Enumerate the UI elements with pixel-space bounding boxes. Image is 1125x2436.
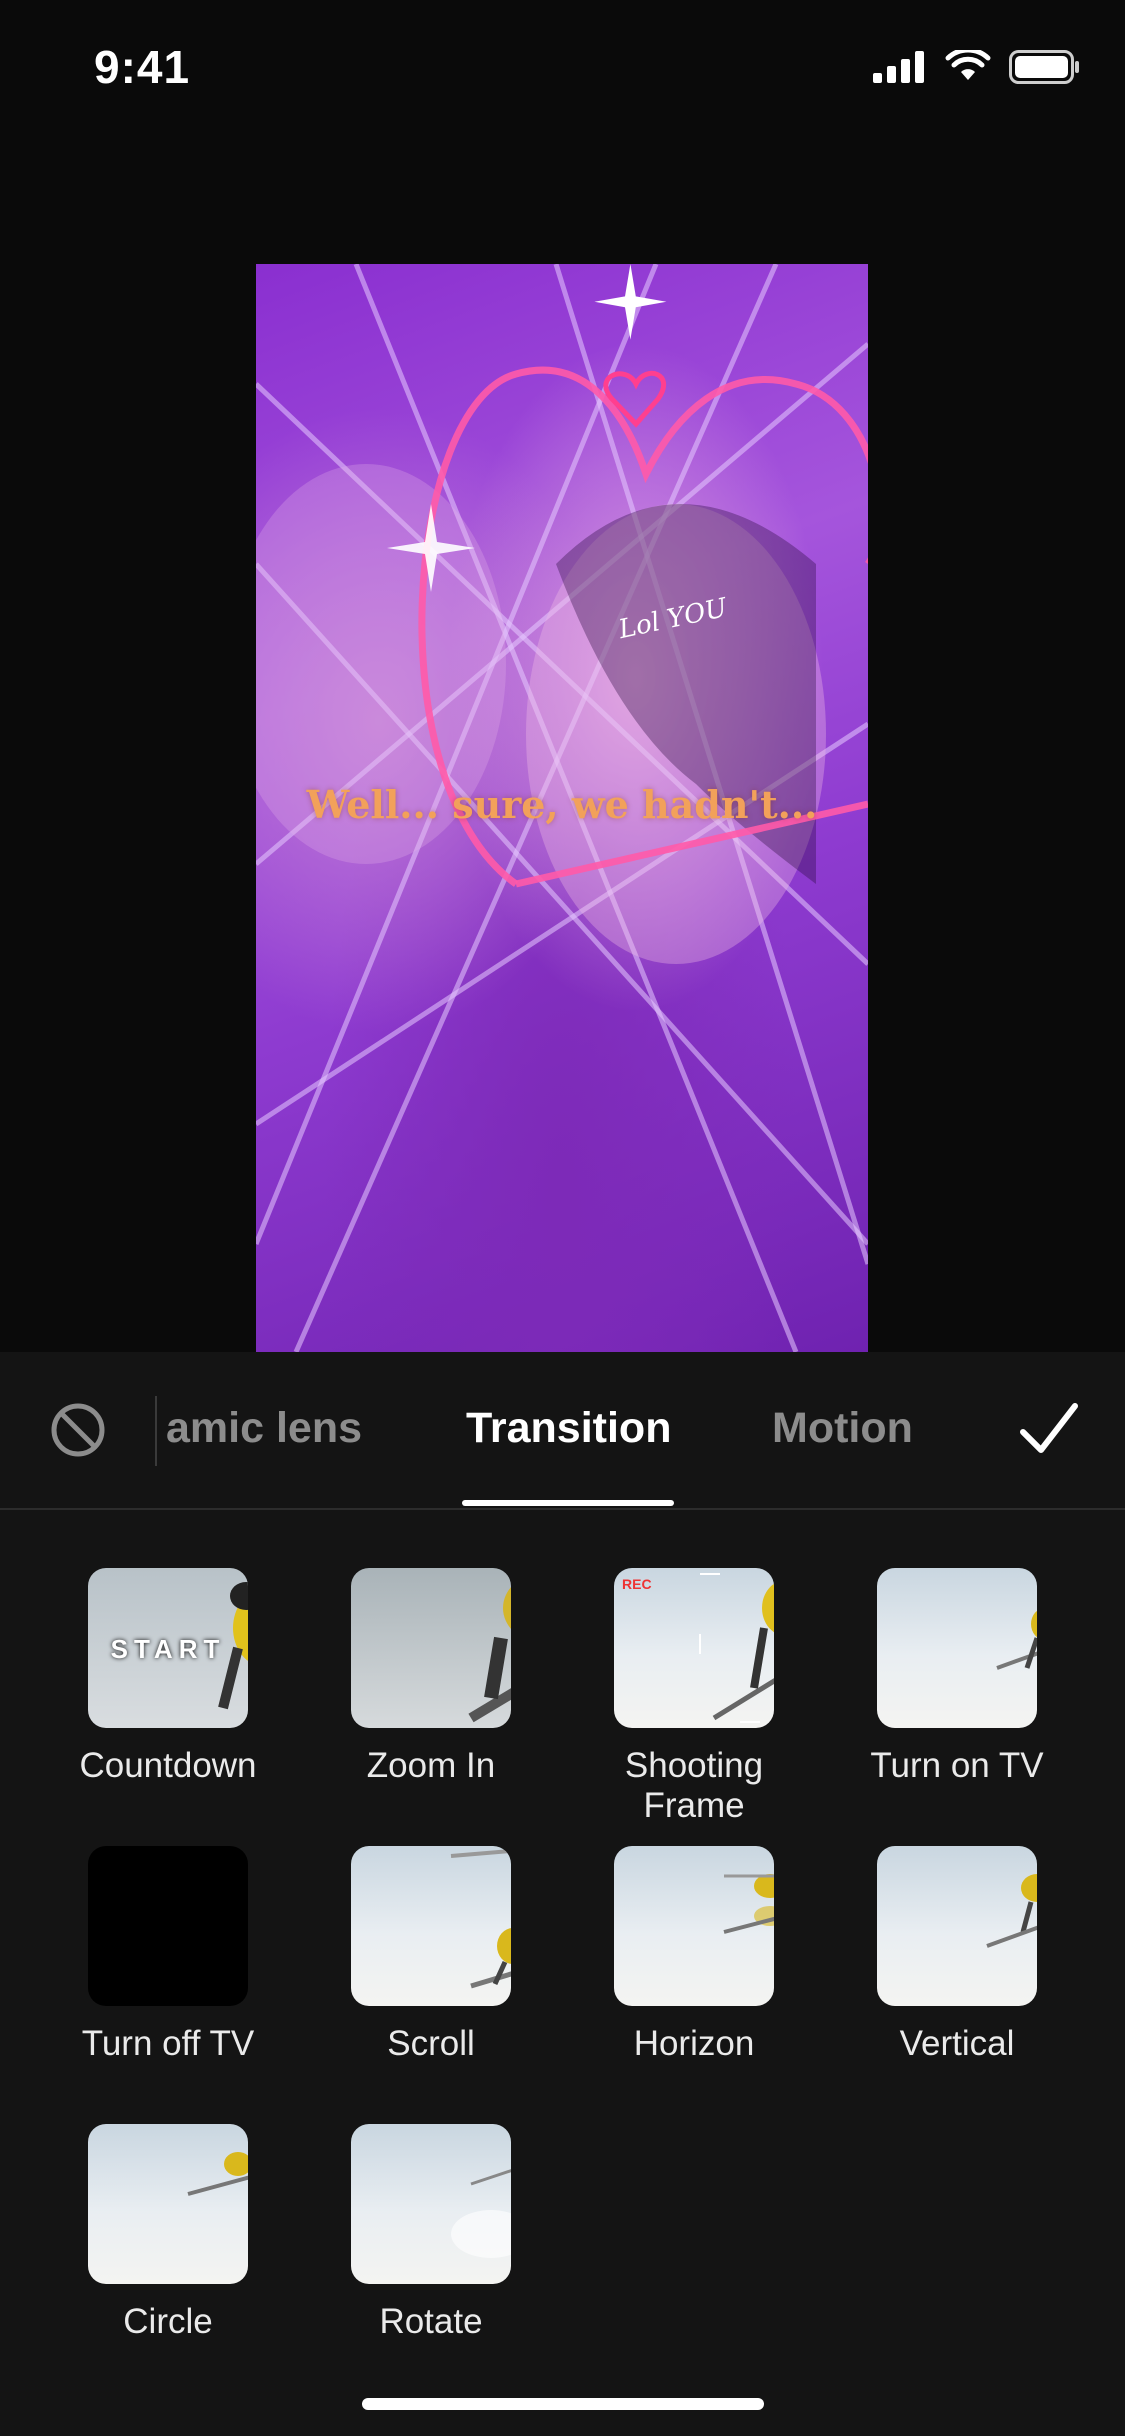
effect-thumbnail bbox=[88, 2124, 248, 2284]
wifi-icon bbox=[945, 50, 991, 80]
video-caption: Well... sure, we hadn't... bbox=[306, 782, 818, 827]
cellular-signal-icon bbox=[873, 51, 924, 83]
countdown-overlay-text: START bbox=[110, 1634, 226, 1664]
effect-thumbnail bbox=[351, 1568, 511, 1728]
skier-image bbox=[986, 1874, 1037, 1948]
effect-label: Scroll bbox=[387, 2024, 475, 2063]
skier-image bbox=[450, 1848, 511, 1989]
effect-label: Turn on TV bbox=[870, 1746, 1044, 1785]
tab-transition[interactable]: Transition bbox=[466, 1404, 671, 1453]
effect-thumbnail: START bbox=[88, 1568, 248, 1728]
tab-motion[interactable]: Motion bbox=[772, 1404, 913, 1453]
status-icons bbox=[873, 50, 1081, 84]
effect-label: Rotate bbox=[379, 2302, 483, 2341]
effect-label: Circle bbox=[123, 2302, 213, 2341]
effect-thumbnail bbox=[614, 1846, 774, 2006]
tabs-scroller[interactable]: amic lens Transition Motion bbox=[160, 1352, 980, 1508]
effect-tab-bar: amic lens Transition Motion bbox=[0, 1352, 1125, 1510]
effect-countdown[interactable]: START Countdown bbox=[48, 1568, 288, 1786]
skier-image bbox=[451, 2169, 511, 2258]
status-bar: 9:41 bbox=[0, 0, 1125, 140]
home-indicator-bar bbox=[362, 2398, 764, 2410]
effect-thumbnail: REC bbox=[614, 1568, 774, 1728]
effect-turn-on-tv[interactable]: Turn on TV bbox=[837, 1568, 1077, 1786]
tab-dynamic-lens[interactable]: amic lens bbox=[166, 1404, 362, 1453]
no-effect-icon[interactable] bbox=[50, 1402, 106, 1458]
effect-turn-off-tv[interactable]: Turn off TV bbox=[48, 1846, 288, 2064]
effect-label: Countdown bbox=[79, 1746, 257, 1785]
effect-circle[interactable]: Circle bbox=[48, 2124, 288, 2342]
effect-thumbnail bbox=[88, 1846, 248, 2006]
active-tab-indicator bbox=[462, 1500, 674, 1506]
confirm-check-icon[interactable] bbox=[1017, 1398, 1081, 1462]
skier-image bbox=[723, 1874, 774, 1934]
effect-label: Zoom In bbox=[366, 1746, 496, 1785]
battery-icon bbox=[1009, 50, 1079, 84]
effect-label: Vertical bbox=[899, 2024, 1015, 2063]
skier-image bbox=[468, 1587, 511, 1723]
effects-panel: amic lens Transition Motion START Countd… bbox=[0, 1352, 1125, 2436]
effect-rotate[interactable]: Rotate bbox=[311, 2124, 551, 2342]
effect-horizon[interactable]: Horizon bbox=[574, 1846, 814, 2064]
skier-image bbox=[699, 1573, 774, 1723]
skier-image bbox=[187, 2152, 248, 2196]
effect-thumbnail bbox=[877, 1846, 1037, 2006]
effect-shooting-frame[interactable]: REC Shooting Frame bbox=[574, 1568, 814, 1826]
effect-vertical[interactable]: Vertical bbox=[837, 1846, 1077, 2064]
video-preview[interactable]: Lol YOU Well... sure, we hadn't... bbox=[256, 264, 868, 1352]
status-time: 9:41 bbox=[94, 41, 191, 93]
effect-zoom-in[interactable]: Zoom In bbox=[311, 1568, 551, 1786]
effect-label: Shooting Frame bbox=[624, 1746, 764, 1825]
effect-thumbnail bbox=[877, 1568, 1037, 1728]
effect-thumbnail bbox=[351, 2124, 511, 2284]
effect-label: Turn off TV bbox=[81, 2024, 255, 2063]
skier-image bbox=[996, 1610, 1037, 1670]
effect-label: Horizon bbox=[633, 2024, 755, 2063]
rec-overlay-text: REC bbox=[622, 1576, 652, 1592]
tab-divider bbox=[155, 1396, 157, 1466]
effect-scroll[interactable]: Scroll bbox=[311, 1846, 551, 2064]
effect-thumbnail bbox=[351, 1846, 511, 2006]
